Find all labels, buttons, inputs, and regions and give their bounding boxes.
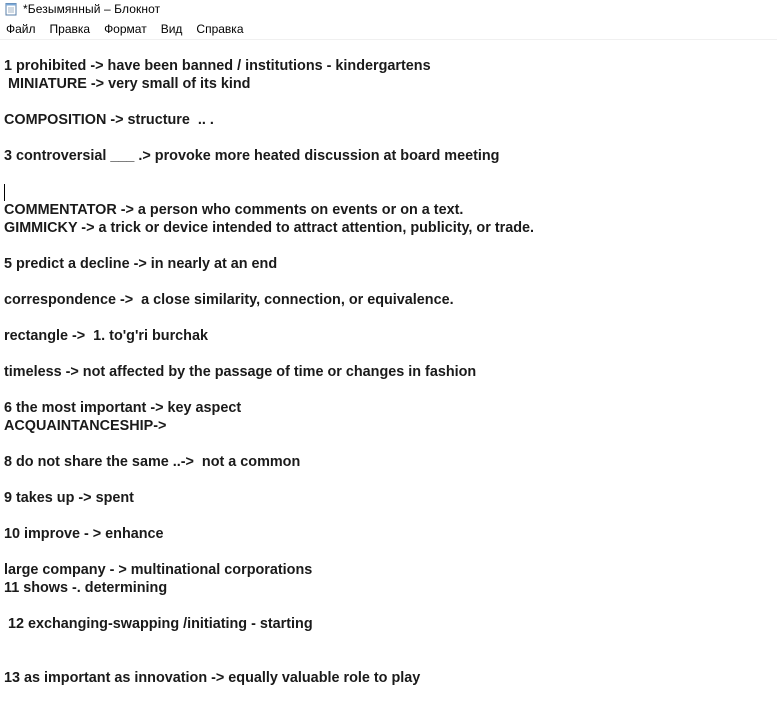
text-line: 10 improve - > enhance	[4, 526, 164, 542]
text-line	[4, 309, 777, 327]
text-line: GIMMICKY -> a trick or device intended t…	[4, 220, 535, 236]
text-editor[interactable]: 1 prohibited -> have been banned / insti…	[0, 40, 777, 709]
text-line	[4, 633, 777, 651]
text-line: timeless -> not affected by the passage …	[4, 364, 477, 380]
text-line	[4, 507, 777, 525]
text-line: COMPOSITION -> structure .. .	[4, 112, 214, 128]
text-line	[4, 597, 777, 615]
text-line: 11 shows -. determining	[4, 580, 168, 596]
text-line	[4, 165, 777, 183]
text-line	[4, 543, 777, 561]
text-line: 12 exchanging-swapping /initiating - sta…	[4, 616, 313, 632]
menu-edit[interactable]: Правка	[43, 19, 98, 39]
text-line: 6 the most important -> key aspect	[4, 400, 242, 416]
text-line: MINIATURE -> very small of its kind	[4, 76, 251, 92]
text-line: 5 predict a decline -> in nearly at an e…	[4, 256, 278, 272]
menu-help[interactable]: Справка	[189, 19, 250, 39]
text-line: COMMENTATOR -> a person who comments on …	[4, 202, 464, 218]
text-line: 1 prohibited -> have been banned / insti…	[4, 58, 431, 74]
text-caret	[4, 184, 5, 201]
text-line: 3 controversial ___ .> provoke more heat…	[4, 148, 500, 164]
notepad-icon	[4, 2, 18, 16]
text-line: 9 takes up -> spent	[4, 490, 134, 506]
text-line: rectangle -> 1. to'g'ri burchak	[4, 328, 208, 344]
text-line	[4, 273, 777, 291]
text-line: ACQUAINTANCESHIP->	[4, 418, 167, 434]
text-line	[4, 237, 777, 255]
text-line	[4, 93, 777, 111]
menu-bar: Файл Правка Формат Вид Справка	[0, 19, 777, 40]
text-line	[4, 381, 777, 399]
text-line	[4, 651, 777, 669]
menu-file[interactable]: Файл	[0, 19, 43, 39]
window-title: *Безымянный – Блокнот	[23, 2, 161, 16]
text-line	[4, 345, 777, 363]
text-line: large company - > multinational corporat…	[4, 562, 313, 578]
text-line: 13 as important as innovation -> equally…	[4, 670, 421, 686]
menu-format[interactable]: Формат	[97, 19, 154, 39]
text-line: 8 do not share the same ..-> not a commo…	[4, 454, 301, 470]
title-bar[interactable]: *Безымянный – Блокнот	[0, 0, 777, 18]
text-line	[4, 471, 777, 489]
editor-content: 1 prohibited -> have been banned / insti…	[4, 57, 777, 687]
text-line	[4, 435, 777, 453]
text-line	[4, 129, 777, 147]
text-line	[4, 183, 777, 201]
text-line: correspondence -> a close similarity, co…	[4, 292, 454, 308]
menu-view[interactable]: Вид	[154, 19, 190, 39]
